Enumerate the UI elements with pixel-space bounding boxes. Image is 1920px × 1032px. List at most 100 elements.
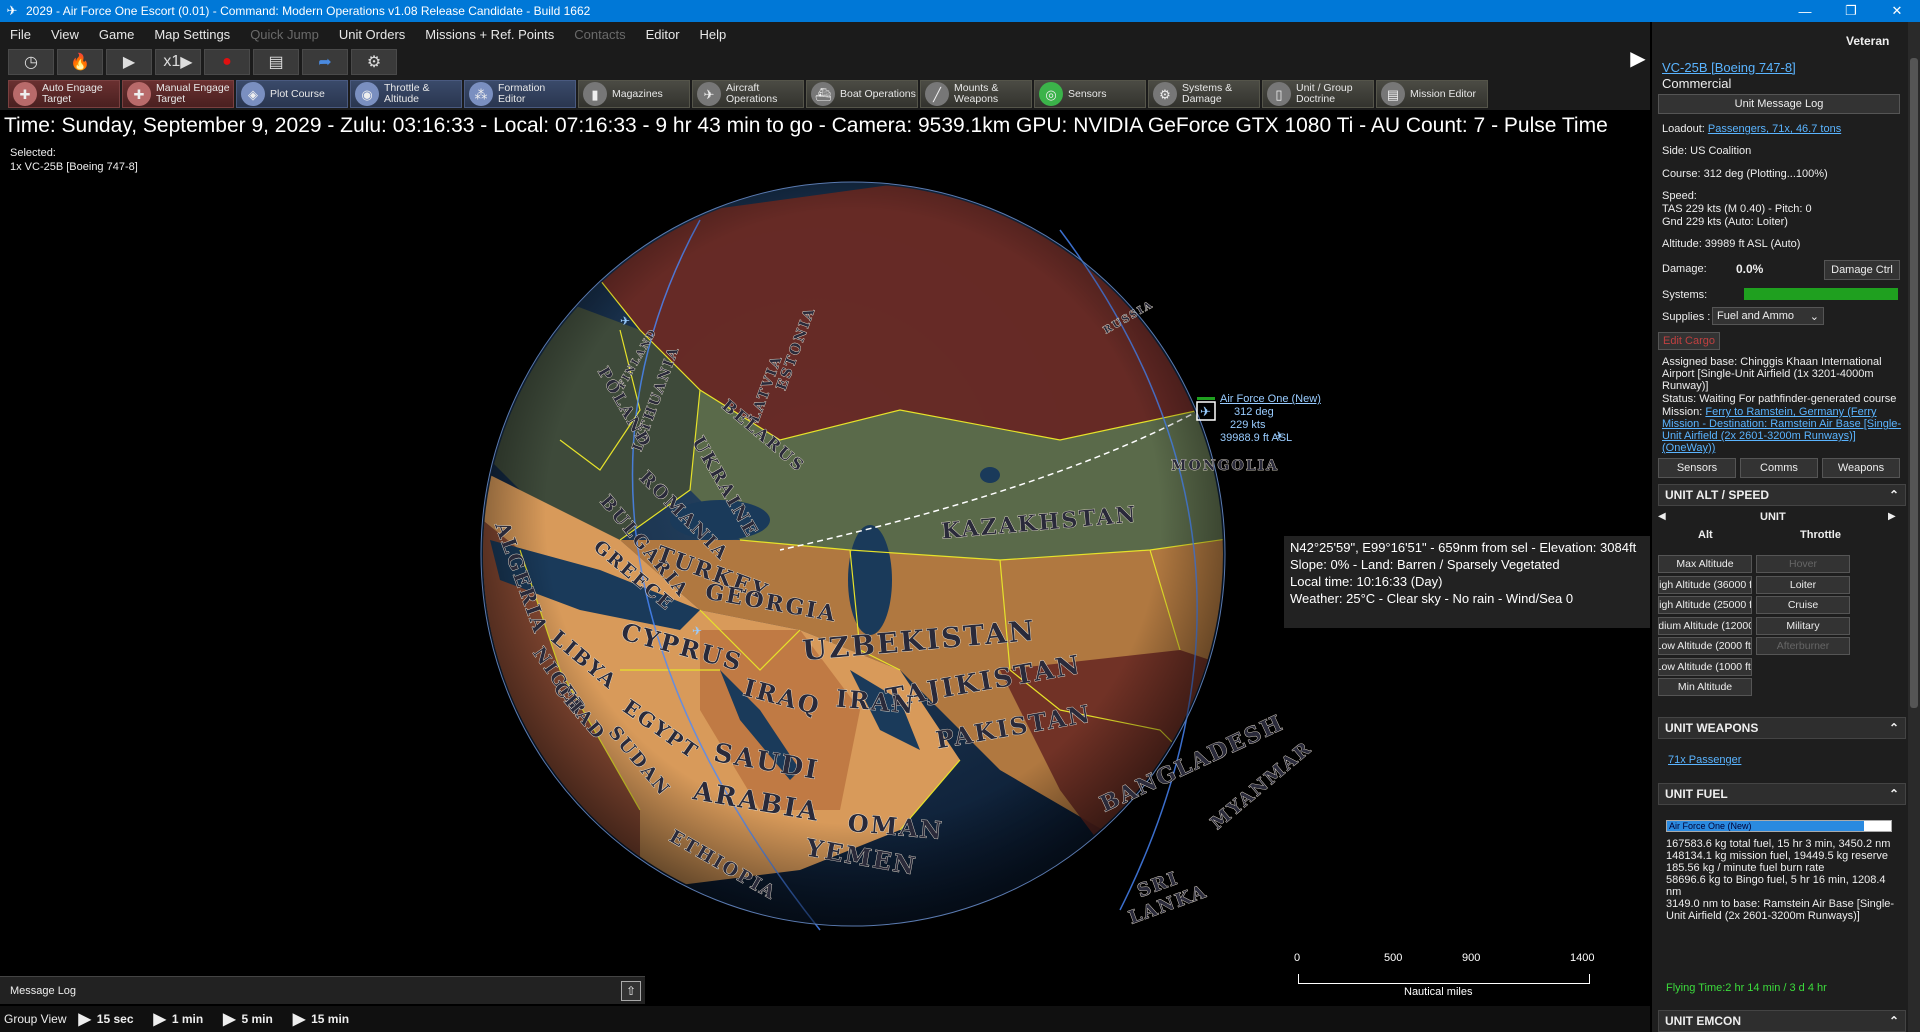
- tab-comms[interactable]: Comms: [1740, 458, 1818, 478]
- unit-prev-icon[interactable]: ◀: [1658, 511, 1668, 522]
- weapon-passenger-link[interactable]: 71x Passenger: [1668, 754, 1741, 766]
- menu-item-unit-orders[interactable]: Unit Orders: [329, 27, 415, 42]
- magazines-icon: ▮: [583, 82, 607, 106]
- unit-air-force-one-icon[interactable]: ✈: [1196, 397, 1216, 421]
- altitude-button[interactable]: High Altitude (36000 ft): [1658, 575, 1752, 594]
- panel-collapse-arrow-icon[interactable]: ▶: [1628, 46, 1648, 72]
- scale-unit: Nautical miles: [1404, 986, 1473, 998]
- aircraft-operations-button[interactable]: ✈ Aircraft Operations: [692, 80, 804, 108]
- collapse-icon[interactable]: ⌃: [1889, 488, 1899, 502]
- unit-status-panel: Veteran VC-25B [Boeing 747-8] Commercial…: [1652, 22, 1920, 1032]
- auto-engage-target-button[interactable]: ✚ Auto Engage Target: [8, 80, 120, 108]
- edit-cargo-button[interactable]: Edit Cargo: [1658, 332, 1720, 350]
- fire-icon[interactable]: 🔥: [57, 49, 103, 75]
- time-step-15s[interactable]: ▶ 15 sec: [78, 1009, 133, 1029]
- toolbar-button-label: Magazines: [612, 87, 663, 100]
- route-icon[interactable]: ➦: [302, 49, 348, 75]
- unit-label-altitude: 39988.9 ft ASL: [1220, 432, 1293, 444]
- speed-label: x1: [163, 53, 181, 70]
- scrollbar-thumb[interactable]: [1910, 58, 1918, 708]
- unit-group-doctrine-button[interactable]: ▯ Unit / Group Doctrine: [1262, 80, 1374, 108]
- menu-item-file[interactable]: File: [0, 27, 41, 42]
- minimize-icon[interactable]: —: [1782, 0, 1828, 22]
- unit-map-label[interactable]: Air Force One (New) 312 deg 229 kts 3998…: [1220, 393, 1321, 445]
- maximize-icon[interactable]: ❐: [1828, 0, 1874, 22]
- damage-control-button[interactable]: Damage Ctrl: [1824, 260, 1900, 280]
- magazines-button[interactable]: ▮ Magazines: [578, 80, 690, 108]
- speed-button[interactable]: x1 ▶: [155, 49, 201, 75]
- course-text: Course: 312 deg (Plotting...100%): [1662, 168, 1828, 180]
- systems-damage-button[interactable]: ⚙ Systems & Damage: [1148, 80, 1260, 108]
- menu-item-contacts[interactable]: Contacts: [564, 27, 635, 42]
- toolbar-button-label: Sensors: [1068, 87, 1107, 100]
- section-emcon[interactable]: UNIT EMCON ⌃: [1658, 1010, 1906, 1032]
- collapse-icon[interactable]: ⌃: [1889, 721, 1899, 735]
- message-log-bar[interactable]: Message Log ⇧: [0, 976, 645, 1004]
- altitude-button[interactable]: Min Altitude: [1658, 678, 1752, 696]
- collapse-icon[interactable]: ⌃: [1889, 787, 1899, 801]
- section-weapons[interactable]: UNIT WEAPONS ⌃: [1658, 717, 1906, 739]
- time-step-5m[interactable]: ▶ 5 min: [223, 1009, 273, 1029]
- throttle-cruise-button[interactable]: Cruise: [1756, 596, 1850, 614]
- altitude-button[interactable]: Medium Altitude (12000 ft): [1658, 616, 1752, 635]
- mission-editor-icon: ▤: [1381, 82, 1405, 106]
- record-icon[interactable]: ●: [204, 49, 250, 75]
- toolbar-button-label: Boat Operations: [840, 87, 916, 100]
- unit-message-log-button[interactable]: Unit Message Log: [1658, 94, 1900, 114]
- throttle-column-header: Throttle: [1800, 529, 1841, 541]
- speed-play-icon: ▶: [180, 54, 193, 71]
- unit-next-icon[interactable]: ▶: [1888, 511, 1896, 522]
- altitude-button[interactable]: High Altitude (25000 ft): [1658, 596, 1752, 614]
- menu-item-missions-ref-points[interactable]: Missions + Ref. Points: [415, 27, 564, 42]
- throttle-loiter-button[interactable]: Loiter: [1756, 575, 1850, 594]
- group-view-label[interactable]: Group View: [0, 1012, 66, 1026]
- loadout-link[interactable]: Passengers, 71x, 46.7 tons: [1708, 123, 1841, 135]
- throttle-hover-button[interactable]: Hover: [1756, 555, 1850, 573]
- doctrine-icon: ▯: [1267, 82, 1291, 106]
- throttle-afterburner-button[interactable]: Afterburner: [1756, 637, 1850, 655]
- panel-scrollbar[interactable]: [1908, 22, 1920, 1032]
- menu-item-editor[interactable]: Editor: [636, 27, 690, 42]
- unit-name-link[interactable]: VC-25B [Boeing 747-8]: [1662, 60, 1796, 75]
- plot-course-button[interactable]: ◈ Plot Course: [236, 80, 348, 108]
- play-icon[interactable]: ▶: [106, 49, 152, 75]
- mission-editor-button[interactable]: ▤ Mission Editor: [1376, 80, 1488, 108]
- menu-item-game[interactable]: Game: [89, 27, 144, 42]
- section-fuel[interactable]: UNIT FUEL ⌃: [1658, 783, 1906, 805]
- menu-item-map-settings[interactable]: Map Settings: [144, 27, 240, 42]
- collapse-icon[interactable]: ⌃: [1889, 1014, 1899, 1028]
- altitude-button[interactable]: Low Altitude (1000 ft): [1658, 657, 1752, 676]
- svg-text:✈: ✈: [620, 314, 630, 328]
- formation-editor-button[interactable]: ⁂ Formation Editor: [464, 80, 576, 108]
- time-step-1m[interactable]: ▶ 1 min: [154, 1009, 204, 1029]
- section-alt-speed[interactable]: UNIT ALT / SPEED ⌃: [1658, 484, 1906, 506]
- layers-icon[interactable]: ▤: [253, 49, 299, 75]
- menu-item-view[interactable]: View: [41, 27, 89, 42]
- gear-icon[interactable]: ⚙: [351, 49, 397, 75]
- tab-sensors[interactable]: Sensors: [1658, 458, 1736, 478]
- supplies-select[interactable]: Fuel and Ammo ⌄: [1712, 307, 1824, 325]
- manual-engage-target-button[interactable]: ✚ Manual Engage Target: [122, 80, 234, 108]
- sensors-button[interactable]: ◎ Sensors: [1034, 80, 1146, 108]
- clock-icon[interactable]: ◷: [8, 49, 54, 75]
- status-line: Time: Sunday, September 9, 2029 - Zulu: …: [4, 114, 1608, 137]
- mounts-weapons-button[interactable]: ╱ Mounts & Weapons: [920, 80, 1032, 108]
- throttle-altitude-button[interactable]: ◉ Throttle & Altitude: [350, 80, 462, 108]
- menu-item-help[interactable]: Help: [690, 27, 737, 42]
- throttle-military-button[interactable]: Military: [1756, 616, 1850, 635]
- map-view[interactable]: ✈ ✈ ✈ ✈ RUSSIA FINLAND ESTONIA LATVIA LITHUA…: [0, 110, 1650, 1006]
- map-tooltip: N42°25'59", E99°16'51" - 659nm from sel …: [1284, 536, 1650, 628]
- step-arrow-icon: ▶: [153, 1011, 166, 1028]
- difficulty-label: Veteran: [1846, 34, 1890, 48]
- mission-row: Mission: Ferry to Ramstein, Germany (Fer…: [1662, 406, 1902, 454]
- close-icon[interactable]: ✕: [1874, 0, 1920, 22]
- toolbar-button-label: Manual Engage Target: [156, 82, 230, 105]
- time-step-15m[interactable]: ▶ 15 min: [293, 1009, 349, 1029]
- expand-up-icon[interactable]: ⇧: [621, 980, 641, 1001]
- altitude-button[interactable]: Max Altitude: [1658, 555, 1752, 573]
- altitude-button[interactable]: Low Altitude (2000 ft): [1658, 637, 1752, 655]
- boat-operations-button[interactable]: ⛴ Boat Operations: [806, 80, 918, 108]
- menu-item-quick-jump[interactable]: Quick Jump: [240, 27, 329, 42]
- tab-weapons[interactable]: Weapons: [1822, 458, 1900, 478]
- status-text: Status: Waiting For pathfinder-generated…: [1662, 393, 1897, 405]
